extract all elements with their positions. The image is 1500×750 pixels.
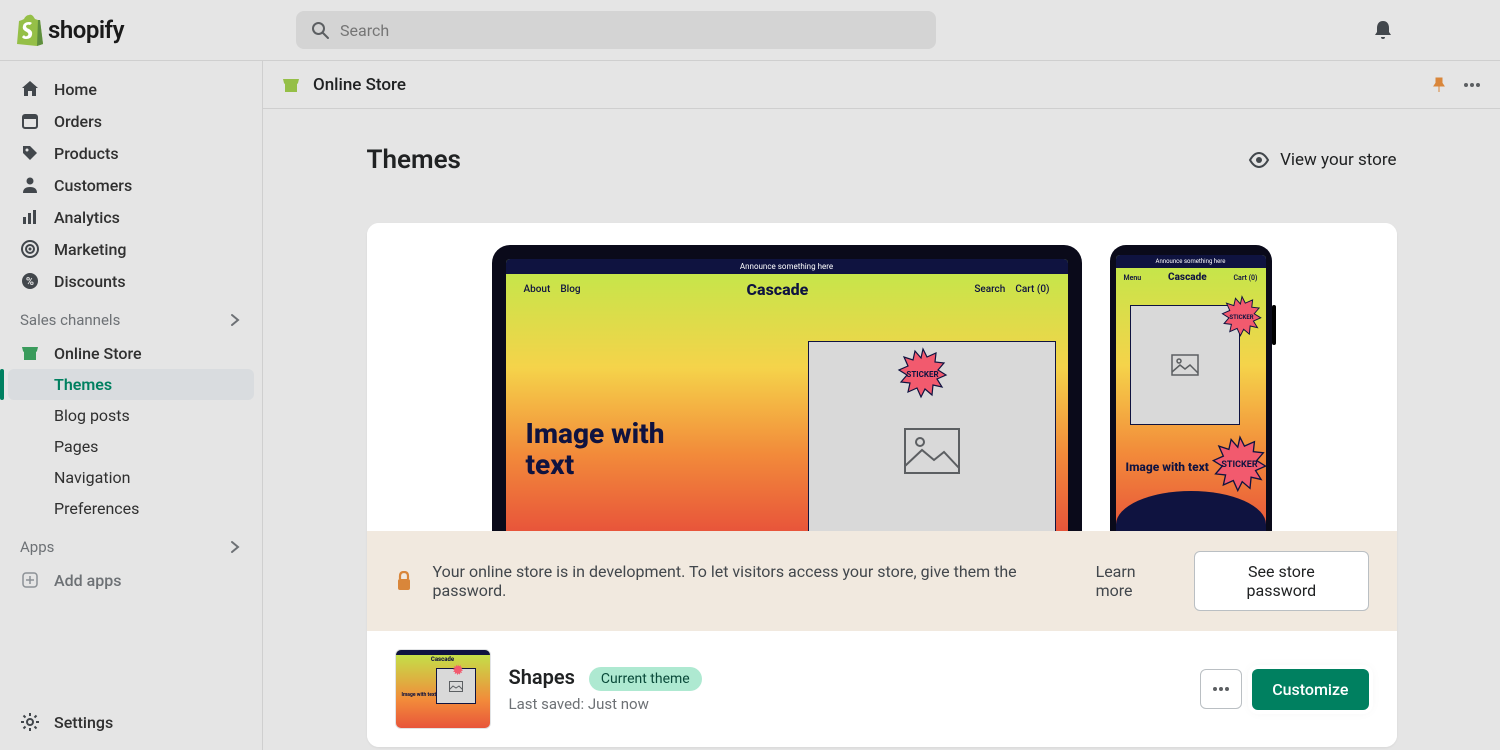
image-icon bbox=[904, 428, 960, 474]
mobile-preview: Announce something here Menu Cascade Car… bbox=[1110, 245, 1272, 531]
view-store-label: View your store bbox=[1280, 150, 1396, 170]
customize-button[interactable]: Customize bbox=[1252, 669, 1368, 710]
content-header: Online Store bbox=[263, 61, 1500, 109]
logo-text: shopify bbox=[48, 16, 124, 44]
orders-icon bbox=[20, 111, 40, 131]
subnav-pages[interactable]: Pages bbox=[8, 431, 254, 462]
gear-icon bbox=[20, 712, 40, 732]
nav-label: Analytics bbox=[54, 208, 120, 227]
logo[interactable]: shopify bbox=[16, 14, 124, 46]
subnav-preferences[interactable]: Preferences bbox=[8, 493, 254, 524]
lock-icon bbox=[395, 571, 413, 591]
nav-orders[interactable]: Orders bbox=[8, 105, 254, 137]
dev-banner-text: Your online store is in development. To … bbox=[433, 562, 1076, 600]
nav-home[interactable]: Home bbox=[8, 73, 254, 105]
theme-preview: Announce something here AboutBlog Cascad… bbox=[367, 223, 1397, 531]
page-title: Themes bbox=[367, 145, 461, 175]
search-icon bbox=[310, 20, 330, 40]
svg-text:%: % bbox=[26, 275, 34, 288]
sticker-badge: STICKER bbox=[896, 347, 950, 401]
nav-discounts[interactable]: % Discounts bbox=[8, 265, 254, 297]
theme-card: Announce something here AboutBlog Cascad… bbox=[367, 223, 1397, 747]
nav-label: Marketing bbox=[54, 240, 126, 259]
section-label: Apps bbox=[20, 538, 54, 556]
analytics-icon bbox=[20, 207, 40, 227]
search-input[interactable] bbox=[340, 21, 922, 40]
nav-label: Discounts bbox=[54, 272, 126, 291]
section-label: Sales channels bbox=[20, 311, 120, 329]
store-icon bbox=[281, 75, 301, 95]
sticker-badge: STICKER bbox=[1220, 295, 1264, 339]
home-icon bbox=[20, 79, 40, 99]
more-icon[interactable] bbox=[1462, 75, 1482, 95]
announce-bar: Announce something here bbox=[506, 259, 1068, 274]
announce-bar: Announce something here bbox=[1116, 255, 1266, 268]
learn-more-link[interactable]: Learn more bbox=[1096, 562, 1175, 600]
preview-nav: AboutBlog Cascade SearchCart (0) bbox=[506, 274, 1068, 305]
nav-label: Orders bbox=[54, 112, 102, 131]
desktop-preview: Announce something here AboutBlog Cascad… bbox=[492, 245, 1082, 531]
nav-add-apps[interactable]: Add apps bbox=[8, 564, 254, 596]
bell-icon bbox=[1372, 19, 1394, 41]
more-icon bbox=[1211, 679, 1231, 699]
view-store-link[interactable]: View your store bbox=[1248, 149, 1396, 171]
current-theme-row: Cascade Image with text Shapes Current t… bbox=[367, 631, 1397, 747]
subnav-blog-posts[interactable]: Blog posts bbox=[8, 400, 254, 431]
content-title: Online Store bbox=[313, 75, 406, 95]
theme-actions-button[interactable] bbox=[1200, 669, 1242, 709]
nav-products[interactable]: Products bbox=[8, 137, 254, 169]
hero-text: Image with text bbox=[1126, 460, 1209, 474]
subnav-navigation[interactable]: Navigation bbox=[8, 462, 254, 493]
nav-settings[interactable]: Settings bbox=[8, 706, 254, 738]
hero-text: Image withtext bbox=[526, 419, 665, 481]
shopify-bag-icon bbox=[16, 14, 44, 46]
nav-marketing[interactable]: Marketing bbox=[8, 233, 254, 265]
sidebar: Home Orders Products Customers Analytics… bbox=[0, 61, 263, 750]
discounts-icon: % bbox=[20, 271, 40, 291]
eye-icon bbox=[1248, 149, 1270, 171]
preview-nav-mobile: Menu Cascade Cart (0) bbox=[1116, 268, 1266, 287]
plus-icon bbox=[20, 570, 40, 590]
apps-header[interactable]: Apps bbox=[8, 524, 254, 564]
nav-customers[interactable]: Customers bbox=[8, 169, 254, 201]
sticker-badge: STICKER bbox=[1210, 435, 1266, 495]
marketing-icon bbox=[20, 239, 40, 259]
store-icon bbox=[20, 343, 40, 363]
nav-label: Home bbox=[54, 80, 97, 99]
search-bar[interactable] bbox=[296, 11, 936, 49]
pin-icon[interactable] bbox=[1430, 76, 1448, 94]
theme-thumbnail: Cascade Image with text bbox=[395, 649, 491, 729]
nav-analytics[interactable]: Analytics bbox=[8, 201, 254, 233]
theme-name: Shapes bbox=[509, 665, 575, 689]
last-saved-text: Last saved: Just now bbox=[509, 695, 702, 713]
nav-label: Products bbox=[54, 144, 119, 163]
nav-label: Settings bbox=[54, 713, 113, 732]
nav-online-store[interactable]: Online Store bbox=[8, 337, 254, 369]
sales-channels-header[interactable]: Sales channels bbox=[8, 297, 254, 337]
chevron-right-icon bbox=[228, 313, 242, 327]
dev-banner: Your online store is in development. To … bbox=[367, 531, 1397, 631]
chevron-right-icon bbox=[228, 540, 242, 554]
current-theme-badge: Current theme bbox=[589, 667, 702, 691]
topbar: shopify bbox=[0, 0, 1500, 61]
nav-label: Online Store bbox=[54, 344, 142, 363]
customers-icon bbox=[20, 175, 40, 195]
nav-label: Add apps bbox=[54, 571, 121, 590]
content-area: Online Store Themes View your store Anno bbox=[263, 61, 1500, 750]
subnav-themes[interactable]: Themes bbox=[8, 369, 254, 400]
see-password-button[interactable]: See store password bbox=[1194, 551, 1368, 611]
image-icon bbox=[1171, 354, 1199, 376]
products-icon bbox=[20, 143, 40, 163]
nav-label: Customers bbox=[54, 176, 132, 195]
notifications-button[interactable] bbox=[1372, 19, 1394, 41]
